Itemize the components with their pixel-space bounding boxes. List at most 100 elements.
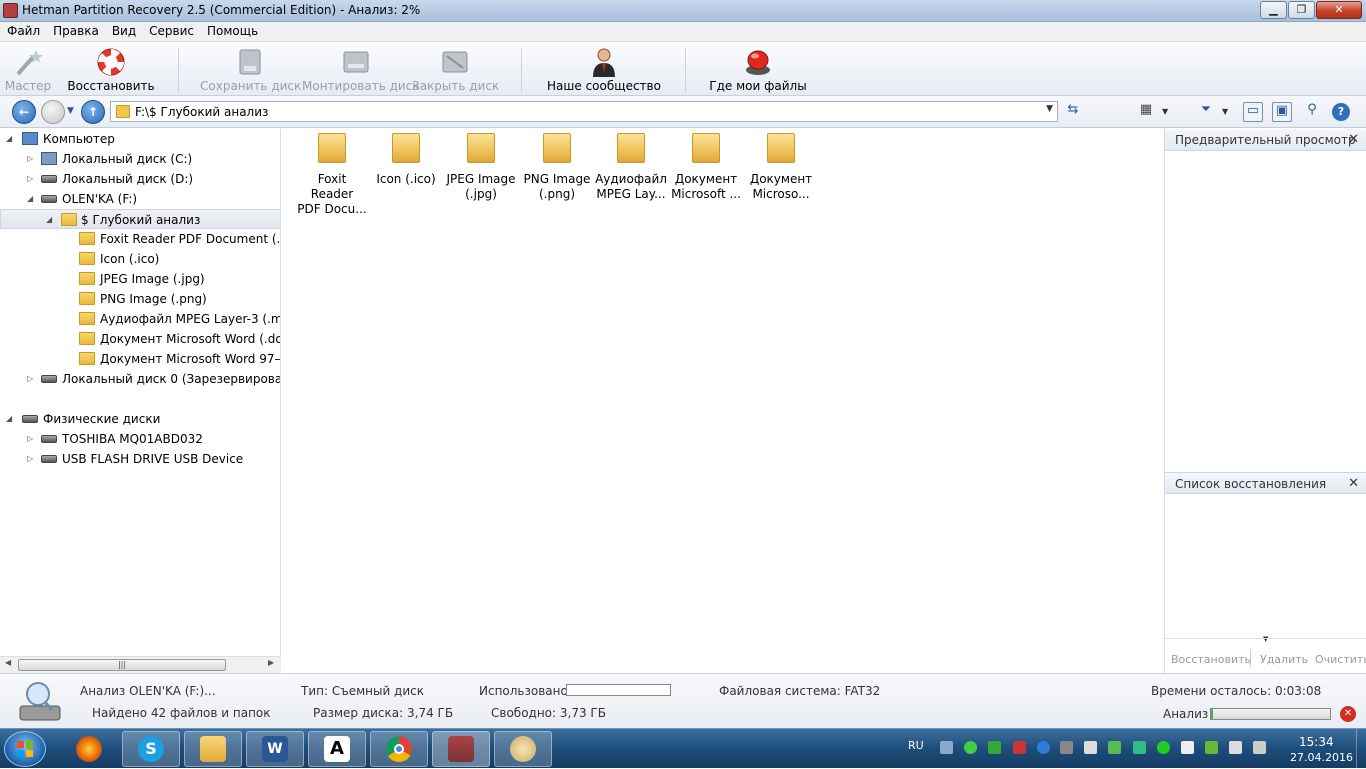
drive-icon [41,175,57,183]
back-button[interactable]: ← [12,100,36,124]
close-button[interactable]: ✕ [1316,1,1362,19]
file-item[interactable]: Документ Microsoft ... [670,129,742,202]
refresh-icon[interactable]: ⇆ [1063,102,1083,122]
expand-icon[interactable]: ▷ [27,429,37,449]
save-pane-icon[interactable]: ▣ [1272,102,1292,122]
clock-date[interactable]: 27.04.2016 [1290,751,1353,764]
scroll-left-icon[interactable]: ◀ [5,658,11,667]
tray-icon[interactable] [1013,741,1026,754]
language-indicator[interactable]: RU [908,739,924,752]
up-button[interactable]: ↑ [81,100,105,124]
tray-icon[interactable] [1060,741,1073,754]
search-icon[interactable]: ⚲ [1302,102,1322,122]
tray-icon[interactable] [1181,741,1194,754]
toolbar-separator [685,48,686,92]
tray-icon[interactable] [1037,741,1050,754]
expand-icon[interactable]: ▷ [27,149,37,169]
disk-usage-bar [566,684,671,696]
drive-scan-icon [19,682,61,721]
save-disk-button[interactable]: Сохранить диск [200,42,301,96]
expand-icon[interactable]: ▷ [27,169,37,189]
tray-icon[interactable] [1229,741,1242,754]
folder-icon [543,133,571,163]
stop-analysis-icon[interactable]: ✕ [1340,706,1356,722]
tray-icon[interactable] [1205,741,1218,754]
tray-icon[interactable] [1157,741,1170,754]
help-icon[interactable]: ? [1332,103,1350,121]
file-item[interactable]: Foxit Reader PDF Docu... [296,129,368,217]
file-item[interactable]: Icon (.ico) [370,129,442,187]
taskbar-chrome[interactable] [370,731,428,767]
file-item[interactable]: Документ Microso... [745,129,817,202]
lifebuoy-icon [97,48,125,76]
menu-help[interactable]: Помощь [200,22,264,38]
view-mode-icon[interactable]: ▦ [1136,102,1156,122]
where-files-button[interactable]: Где мои файлы [700,42,816,96]
taskbar-word[interactable]: W [246,731,304,767]
chevron-down-icon[interactable]: ▼ [1046,104,1053,114]
minimize-button[interactable]: ▁ [1260,1,1287,19]
recovery-delete-button[interactable]: Удалить [1260,653,1308,666]
scrollbar-thumb[interactable]: ||| [18,659,226,671]
collapse-icon[interactable]: ◢ [46,210,56,230]
close-icon[interactable]: ✕ [1348,129,1359,151]
preview-pane-icon[interactable]: ▭ [1243,102,1263,122]
menu-view[interactable]: Вид [105,22,142,38]
community-button[interactable]: Наше сообщество [544,42,664,96]
filter-dropdown-icon[interactable]: ▼ [1222,107,1228,116]
collapse-icon[interactable]: ◢ [6,409,16,429]
menu-service[interactable]: Сервис [142,22,200,38]
mount-disk-button[interactable]: Монтировать диск [302,42,420,96]
taskbar-firefox[interactable] [60,731,118,767]
tray-icon[interactable] [964,741,977,754]
history-dropdown-icon[interactable]: ▼ [67,106,74,116]
folder-icon [116,105,130,118]
filter-icon[interactable]: ⏷ [1196,102,1216,122]
tray-icon[interactable] [1133,741,1146,754]
taskbar-hetman[interactable] [432,731,490,767]
show-desktop-button[interactable] [1356,729,1366,769]
folder-icon [79,332,95,345]
file-item[interactable]: Аудиофайл MPEG Lay... [595,129,667,202]
toolbar: Мастер Восстановить Сохранить диск Монти… [0,42,1366,96]
recovery-restore-button[interactable]: Восстановить [1171,653,1251,666]
view-dropdown-icon[interactable]: ▼ [1162,107,1168,116]
tray-icon[interactable] [1253,741,1266,754]
collapse-icon[interactable]: ◢ [6,129,16,149]
address-bar: ← ▼ ↑ F:\$ Глубокий анализ ▼ ⇆ ▦ ▼ ⏷ ▼ ▭… [0,96,1366,128]
taskbar-font-app[interactable]: A [308,731,366,767]
expand-icon[interactable]: ▷ [27,369,37,389]
taskbar-explorer[interactable] [184,731,242,767]
skype-icon: S [138,736,164,762]
tray-icon[interactable] [1108,741,1121,754]
clock-time[interactable]: 15:34 [1299,735,1334,749]
file-item[interactable]: PNG Image (.png) [521,129,593,202]
maximize-button[interactable]: ❐ [1288,1,1315,19]
recovery-clear-button[interactable]: Очистить [1315,653,1366,666]
expand-icon[interactable]: ▷ [27,449,37,469]
taskbar-skype[interactable]: S [122,731,180,767]
taskbar: S W A RU 15:34 27.04.2016 [0,728,1366,769]
close-icon[interactable]: ✕ [1348,473,1359,495]
file-item[interactable]: JPEG Image (.jpg) [445,129,517,202]
forward-button[interactable] [41,100,65,124]
scroll-right-icon[interactable]: ▶ [268,658,274,667]
wizard-button[interactable]: Мастер [0,42,56,96]
folder-icon [79,312,95,325]
tray-icon[interactable] [988,741,1001,754]
tray-icon[interactable] [940,741,953,754]
physical-disks-icon [22,415,38,423]
folder-icon [79,292,95,305]
restore-button[interactable]: Восстановить [64,42,158,96]
start-button[interactable] [4,731,46,767]
taskbar-paint[interactable] [494,731,552,767]
menu-edit[interactable]: Правка [46,22,105,38]
collapse-icon[interactable]: ◢ [27,189,37,209]
folder-icon [617,133,645,163]
address-field[interactable]: F:\$ Глубокий анализ ▼ [110,101,1058,122]
menu-file[interactable]: Файл [0,22,46,38]
tree-horizontal-scrollbar[interactable]: ◀ ||| ▶ [0,656,281,673]
volume-icon[interactable] [1084,741,1097,754]
tree-item-deep-analysis[interactable]: ◢ $ Глубокий анализ [0,209,280,230]
close-disk-button[interactable]: Закрыть диск [412,42,499,96]
